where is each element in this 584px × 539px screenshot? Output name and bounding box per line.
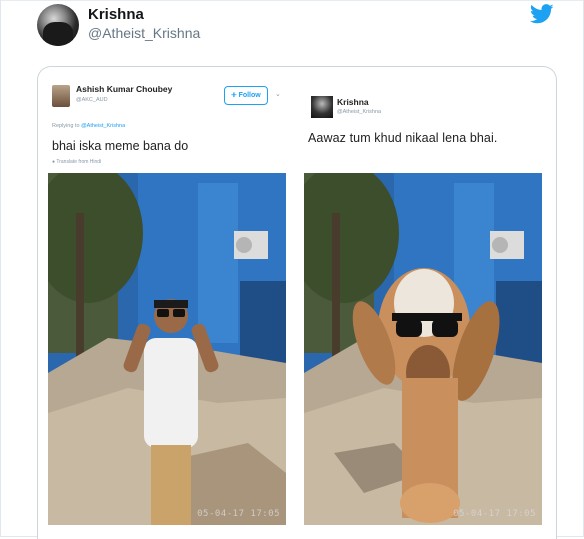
add-user-icon: ➕︎ bbox=[231, 91, 237, 99]
follow-button: ➕︎ Follow bbox=[224, 86, 268, 105]
man-photo: 05-04-17 17:05 bbox=[48, 173, 286, 525]
right-tweet-name: Krishna bbox=[337, 97, 369, 107]
quoted-meme-image[interactable]: Ashish Kumar Choubey @AKC_AUD ➕︎ Follow … bbox=[37, 66, 557, 539]
globe-icon: ● bbox=[52, 159, 56, 165]
left-tweet-name: Ashish Kumar Choubey bbox=[76, 84, 173, 94]
replying-prefix: Replying to bbox=[52, 123, 80, 129]
left-tweet-handle: @AKC_AUD bbox=[76, 97, 108, 103]
chevron-down-icon: ⌄ bbox=[275, 91, 281, 98]
left-photo-timestamp: 05-04-17 17:05 bbox=[197, 509, 280, 519]
right-tweet-avatar bbox=[311, 96, 333, 118]
avatar[interactable] bbox=[37, 4, 79, 46]
goat-photo: 05-04-17 17:05 bbox=[304, 173, 542, 525]
follow-label: Follow bbox=[238, 92, 261, 99]
left-tweet-text: bhai iska meme bana do bbox=[52, 139, 189, 153]
right-tweet-handle: @Atheist_Krishna bbox=[337, 109, 382, 115]
replying-mention: @Atheist_Krishna bbox=[81, 123, 126, 129]
display-name[interactable]: Krishna bbox=[88, 6, 144, 23]
translate-link: ● Translate from Hindi bbox=[52, 159, 101, 165]
left-tweet-avatar bbox=[52, 85, 70, 107]
replying-to: Replying to @Atheist_Krishna bbox=[52, 123, 125, 129]
twitter-bird-icon[interactable] bbox=[530, 4, 554, 24]
right-tweet-text: Aawaz tum khud nikaal lena bhai. bbox=[308, 131, 498, 145]
user-handle[interactable]: @Atheist_Krishna bbox=[88, 25, 200, 41]
translate-label: Translate from Hindi bbox=[56, 159, 102, 165]
right-photo-timestamp: 05-04-17 17:05 bbox=[453, 509, 536, 519]
